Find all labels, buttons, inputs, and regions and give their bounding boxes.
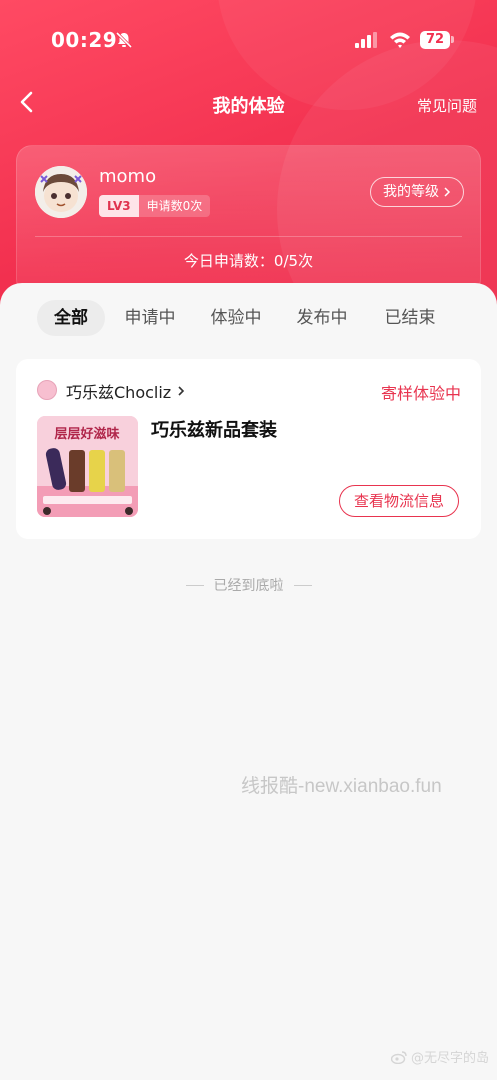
tab-experiencing[interactable]: 体验中: [201, 300, 271, 336]
order-card[interactable]: 巧乐兹Chocliz 寄样体验中 层层好滋味 巧乐兹新品套装 查看物流信息: [16, 359, 481, 539]
divider: [185, 584, 204, 586]
my-grade-button[interactable]: 我的等级: [370, 177, 464, 207]
tab-bar: 全部 申请中 体验中 发布中 已结束: [37, 300, 467, 338]
tab-publishing[interactable]: 发布中: [287, 300, 357, 336]
view-logistics-button[interactable]: 查看物流信息: [338, 485, 459, 517]
faq-link[interactable]: 常见问题: [417, 95, 477, 116]
product-image[interactable]: 层层好滋味: [37, 416, 138, 517]
wifi-icon: [390, 32, 410, 48]
shop-name: 巧乐兹Chocliz: [66, 383, 172, 402]
shop-logo-icon: [37, 380, 57, 400]
apply-count: 申请数0次: [138, 195, 211, 217]
grade-button-label: 我的等级: [383, 184, 439, 200]
shop-link[interactable]: 巧乐兹Chocliz: [66, 379, 185, 403]
chevron-right-icon: [444, 187, 451, 197]
tab-applying[interactable]: 申请中: [115, 300, 185, 336]
product-name: 巧乐兹新品套装: [151, 420, 277, 441]
status-time: 00:29: [51, 28, 118, 52]
end-text: 已经到底啦: [213, 578, 284, 594]
weibo-watermark: @无尽字的岛: [390, 1047, 489, 1066]
chevron-right-icon: [178, 386, 185, 396]
product-illustration: 层层好滋味: [37, 416, 138, 517]
tab-ended[interactable]: 已结束: [375, 300, 445, 336]
divider: [293, 584, 312, 586]
profile-card: momo LV3 申请数0次 我的等级 今日申请数：0/5次: [16, 145, 481, 295]
header-background: 00:29 72 我的体验 常见问题 momo LV3 申请数0次 我的等级 今…: [0, 0, 497, 330]
content-sheet: 全部 申请中 体验中 发布中 已结束 巧乐兹Chocliz 寄样体验中 层层好滋…: [0, 283, 497, 1080]
signal-icon: [355, 32, 377, 48]
avatar-illustration: [35, 166, 87, 218]
order-status: 寄样体验中: [380, 384, 461, 403]
weibo-watermark-text: @无尽字的岛: [410, 1051, 489, 1066]
watermark: 线报酷-new.xianbao.fun: [241, 776, 442, 797]
avatar[interactable]: [35, 166, 87, 218]
weibo-logo-icon: [390, 1050, 407, 1064]
divider: [35, 236, 462, 237]
bell-muted-icon: [115, 31, 133, 49]
today-apply-count: 今日申请数：0/5次: [183, 252, 314, 270]
nav-bar: 我的体验 常见问题: [0, 80, 497, 128]
battery-cap: [451, 36, 454, 43]
product-image-title: 层层好滋味: [54, 426, 119, 442]
end-of-list: 已经到底啦: [0, 575, 497, 595]
status-bar: 00:29 72: [0, 22, 497, 58]
tab-all[interactable]: 全部: [37, 300, 105, 336]
level-label: LV3: [99, 195, 139, 217]
username: momo: [99, 166, 157, 187]
level-badge: LV3 申请数0次: [99, 195, 211, 217]
battery-icon: 72: [420, 31, 450, 49]
